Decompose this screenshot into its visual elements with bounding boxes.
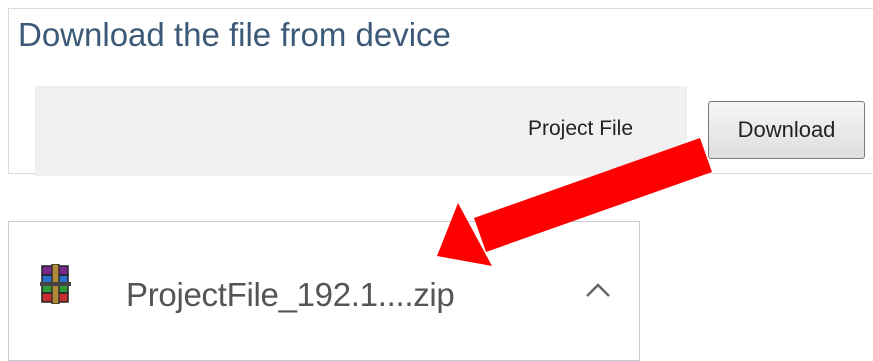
download-button[interactable]: Download xyxy=(708,101,865,159)
chevron-up-icon[interactable] xyxy=(584,281,612,299)
download-file-name[interactable]: ProjectFile_192.1....zip xyxy=(126,276,455,314)
archive-icon xyxy=(40,264,71,304)
panel-title: Download the file from device xyxy=(18,16,451,53)
project-file-label: Project File xyxy=(528,117,634,140)
